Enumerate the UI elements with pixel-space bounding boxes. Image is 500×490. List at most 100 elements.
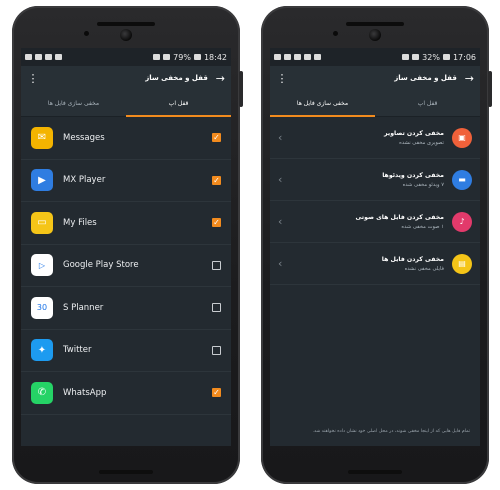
earpiece-speaker xyxy=(346,22,404,26)
my-files-icon: ▭ xyxy=(31,211,53,234)
hide-list: ‹ مخفی کردن تصاویر تصویری مخفی نشده ▣ ‹ … xyxy=(270,117,480,285)
status-bar: 32% 17:06 xyxy=(270,48,480,66)
signal-icon xyxy=(412,54,420,60)
app-row-twitter[interactable]: ✦ Twitter xyxy=(21,330,231,372)
app-row-whatsapp[interactable]: ✆ WhatsApp ✓ xyxy=(21,372,231,415)
battery-icon xyxy=(193,54,201,60)
item-title: مخفی کردن تصاویر xyxy=(384,129,444,137)
app-name: MX Player xyxy=(63,175,106,186)
earpiece-speaker xyxy=(97,22,155,26)
footer-note: تمام فایل هایی که از اینجا مخفی شوند، در… xyxy=(312,429,471,434)
front-camera xyxy=(120,29,132,41)
item-title: مخفی کردن فایل های صوتی xyxy=(355,213,444,221)
proximity-sensor xyxy=(84,31,89,36)
image-icon xyxy=(55,54,62,60)
app-name: Google Play Store xyxy=(63,260,139,271)
app-list: ✉ Messages ✓ ▶ MX Player ✓ ▭ My Files ✓ … xyxy=(21,117,231,415)
screen-hide-files: 32% 17:06 ⋮ قفل و مخفی ساز → مخفی سازی ف… xyxy=(270,48,480,446)
mx-player-icon: ▶ xyxy=(31,169,53,192)
bottom-speaker xyxy=(348,470,402,474)
app-name: Messages xyxy=(63,132,105,143)
hide-row-audio[interactable]: ‹ مخفی کردن فایل های صوتی ۱ صوت مخفی شده… xyxy=(270,201,480,243)
tab-hide-files[interactable]: مخفی سازی فایل ها xyxy=(270,90,375,117)
item-title: مخفی کردن فایل ها xyxy=(381,255,444,263)
overflow-menu-icon[interactable]: ⋮ xyxy=(27,72,39,85)
chevron-left-icon: ‹ xyxy=(278,131,283,144)
gallery-icon xyxy=(284,54,291,60)
power-button xyxy=(488,71,492,107)
lock-checkbox[interactable]: ✓ xyxy=(212,218,221,228)
mute-icon xyxy=(153,54,161,60)
app-row-s-planner[interactable]: 30 S Planner xyxy=(21,287,231,330)
tab-app-lock[interactable]: قفل اپ xyxy=(375,90,480,116)
app-row-my-files[interactable]: ▭ My Files ✓ xyxy=(21,202,231,245)
chevron-left-icon: ‹ xyxy=(278,215,283,228)
back-arrow-icon[interactable]: → xyxy=(216,72,225,85)
chat-icon xyxy=(294,54,301,60)
item-title: مخفی کردن ویدئوها xyxy=(382,171,444,179)
app-row-messages[interactable]: ✉ Messages ✓ xyxy=(21,117,231,160)
app-name: WhatsApp xyxy=(63,387,107,398)
item-subtitle: فایلی مخفی نشده xyxy=(404,265,444,272)
app-bar: ⋮ قفل و مخفی ساز → xyxy=(270,66,480,90)
item-subtitle: ۱ صوت مخفی شده xyxy=(401,223,444,230)
chevron-left-icon: ‹ xyxy=(278,173,283,186)
app-name: My Files xyxy=(63,217,97,228)
tab-app-lock[interactable]: قفل اپ xyxy=(126,90,231,117)
power-button xyxy=(239,71,243,107)
lock-checkbox[interactable]: ✓ xyxy=(212,388,221,398)
email-icon xyxy=(45,54,52,60)
lock-checkbox[interactable] xyxy=(212,345,221,355)
app-row-google-play-store[interactable]: ▷ Google Play Store xyxy=(21,245,231,287)
s-planner-icon: 30 xyxy=(31,296,53,319)
app-title: قفل و مخفی ساز xyxy=(145,74,208,82)
notification-icon xyxy=(35,54,42,60)
clock: 17:06 xyxy=(452,52,476,62)
item-subtitle: تصویری مخفی نشده xyxy=(399,139,444,146)
app-name: S Planner xyxy=(63,302,104,313)
twitter-icon: ✦ xyxy=(31,339,53,362)
image-icon: ▣ xyxy=(452,127,472,148)
location-icon xyxy=(274,54,281,60)
chevron-left-icon: ‹ xyxy=(278,257,283,270)
file-icon: ▤ xyxy=(452,253,472,274)
back-arrow-icon[interactable]: → xyxy=(465,72,474,85)
proximity-sensor xyxy=(333,31,338,36)
microphone-icon: ♪ xyxy=(452,211,472,232)
messages-icon: ✉ xyxy=(31,126,53,149)
phone-right: 32% 17:06 ⋮ قفل و مخفی ساز → مخفی سازی ف… xyxy=(261,6,492,484)
lock-checkbox[interactable]: ✓ xyxy=(212,133,221,143)
play-store-icon: ▷ xyxy=(31,254,53,277)
pinterest-icon xyxy=(304,54,311,60)
screen-app-lock: 79% 18:42 ⋮ قفل و مخفی ساز → مخفی سازی ف… xyxy=(21,48,231,446)
battery-percent: 32% xyxy=(422,52,440,62)
app-bar: ⋮ قفل و مخفی ساز → xyxy=(21,66,231,90)
battery-percent: 79% xyxy=(173,52,191,62)
hide-row-images[interactable]: ‹ مخفی کردن تصاویر تصویری مخفی نشده ▣ xyxy=(270,117,480,159)
lock-checkbox[interactable] xyxy=(212,260,221,270)
app-row-mx-player[interactable]: ▶ MX Player ✓ xyxy=(21,160,231,202)
video-icon: ▬ xyxy=(452,169,472,190)
notification-icon xyxy=(314,54,321,60)
bottom-speaker xyxy=(99,470,153,474)
mute-icon xyxy=(402,54,410,60)
status-bar: 79% 18:42 xyxy=(21,48,231,66)
front-camera xyxy=(369,29,381,41)
lock-checkbox[interactable] xyxy=(212,303,221,313)
lock-checkbox[interactable]: ✓ xyxy=(212,175,221,185)
whatsapp-icon: ✆ xyxy=(31,381,53,404)
app-title: قفل و مخفی ساز xyxy=(394,74,457,82)
gallery-icon xyxy=(25,54,32,60)
item-subtitle: ۷ ویدئو مخفی شده xyxy=(402,181,444,188)
hide-row-videos[interactable]: ‹ مخفی کردن ویدئوها ۷ ویدئو مخفی شده ▬ xyxy=(270,159,480,201)
phone-left: 79% 18:42 ⋮ قفل و مخفی ساز → مخفی سازی ف… xyxy=(12,6,243,484)
hide-row-files[interactable]: ‹ مخفی کردن فایل ها فایلی مخفی نشده ▤ xyxy=(270,243,480,285)
tab-bar: مخفی سازی فایل ها قفل اپ xyxy=(270,90,480,117)
clock: 18:42 xyxy=(203,52,227,62)
battery-icon xyxy=(442,54,450,60)
overflow-menu-icon[interactable]: ⋮ xyxy=(276,72,288,85)
app-name: Twitter xyxy=(63,345,92,356)
signal-icon xyxy=(163,54,171,60)
tab-hide-files[interactable]: مخفی سازی فایل ها xyxy=(21,90,126,116)
tab-bar: مخفی سازی فایل ها قفل اپ xyxy=(21,90,231,117)
